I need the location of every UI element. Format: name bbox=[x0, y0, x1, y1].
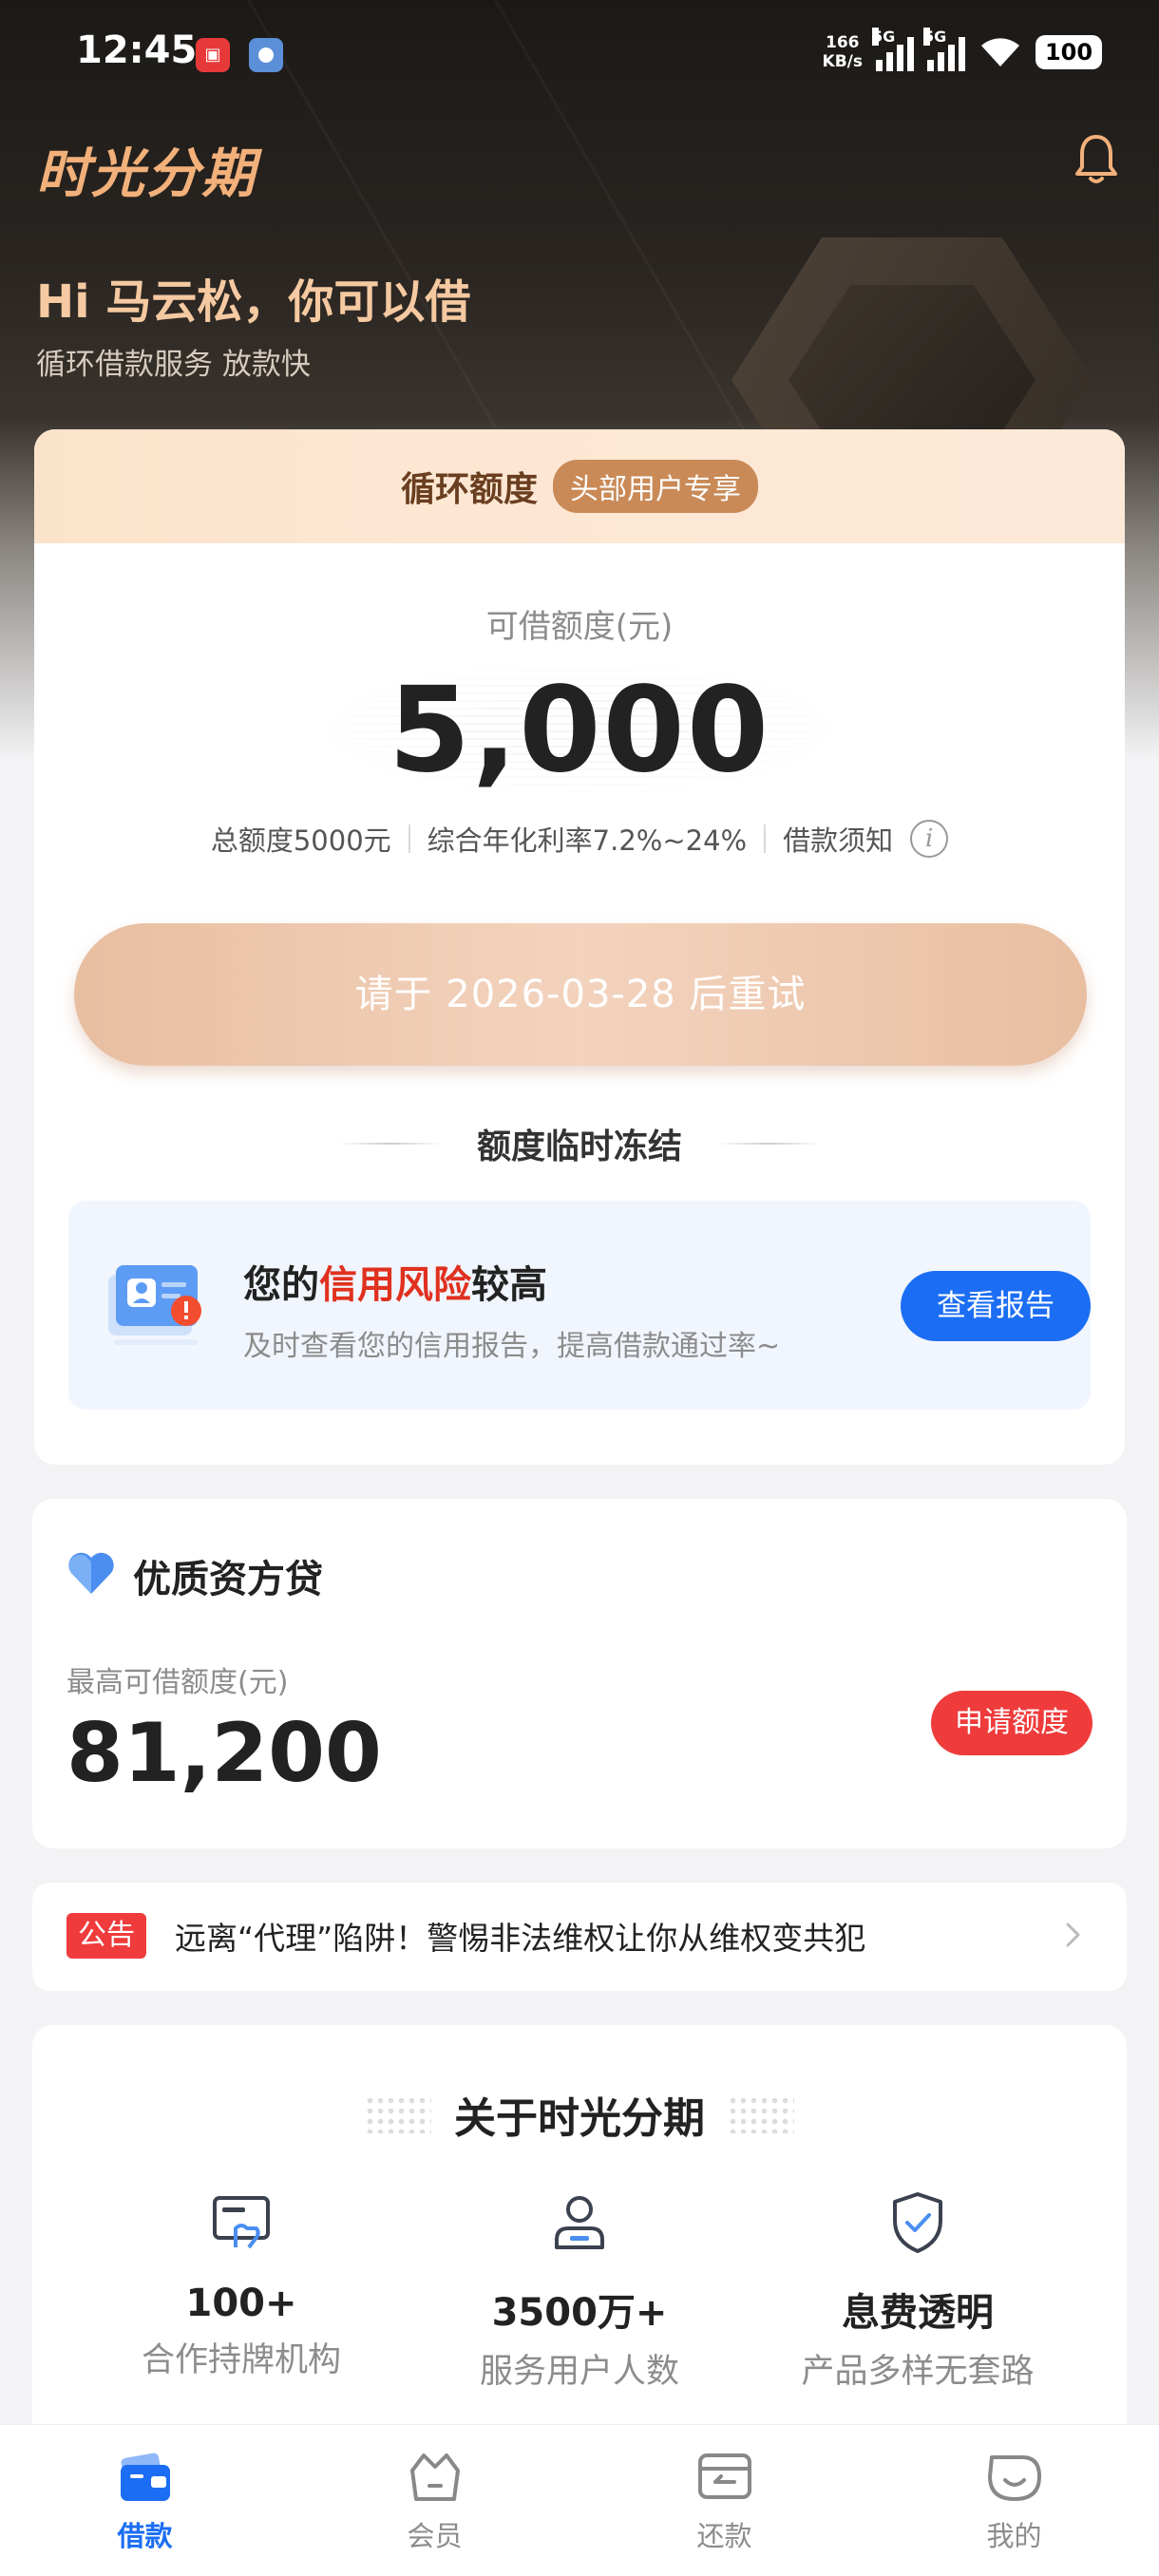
signal-1-label: 5G bbox=[872, 28, 896, 46]
credit-risk-subtitle: 及时查看您的信用报告，提高借款通过率~ bbox=[243, 1330, 781, 1363]
status-bar: 12:45 ▣ 166 KB/s 5G 5G 100 bbox=[0, 0, 1159, 104]
available-limit-amount: 5,000 bbox=[388, 662, 771, 799]
credit-risk-banner: 您的信用风险较高 及时查看您的信用报告，提高借款通过率~ 查看报告 bbox=[68, 1201, 1091, 1410]
wifi-icon bbox=[981, 38, 1019, 66]
announcement-tag: 公告 bbox=[66, 1913, 146, 1959]
available-limit-label: 可借额度(元) bbox=[485, 608, 674, 646]
licensed-institution-icon bbox=[213, 2196, 270, 2249]
wallet-icon bbox=[120, 2453, 170, 2501]
stat-users: 3500万+ 服务用户人数 bbox=[408, 2188, 750, 2393]
vip-badge: 头部用户专享 bbox=[553, 460, 758, 513]
status-indicators: 166 KB/s 5G 5G 100 bbox=[823, 28, 1102, 76]
repayment-icon bbox=[697, 2453, 751, 2499]
annual-rate-text: 综合年化利率7.2%~24% bbox=[427, 824, 748, 857]
profile-face-icon bbox=[987, 2455, 1041, 2501]
risk-title-prefix: 您的 bbox=[243, 1263, 319, 1307]
signal-1-icon: 5G bbox=[872, 28, 914, 71]
nav-item-borrow[interactable]: 借款 bbox=[0, 2425, 290, 2576]
announcement-text: 远离“代理”陷阱！警惕非法维权让你从维权变共犯 bbox=[175, 1920, 866, 1957]
credit-risk-title: 您的信用风险较高 bbox=[243, 1254, 547, 1309]
apply-limit-button[interactable]: 申请额度 bbox=[931, 1691, 1092, 1755]
risk-title-suffix: 较高 bbox=[471, 1263, 547, 1307]
heart-icon bbox=[68, 1552, 114, 1594]
nav-label: 还款 bbox=[696, 2520, 752, 2552]
view-report-button[interactable]: 查看报告 bbox=[901, 1271, 1091, 1341]
nav-label: 借款 bbox=[117, 2520, 173, 2552]
quality-loan-title: 优质资方贷 bbox=[133, 1558, 323, 1601]
info-icon[interactable]: i bbox=[910, 820, 949, 858]
about-card: 关于时光分期 100+ 合作持牌机构 3500万+ 服务用户人数 息费透明 产品… bbox=[32, 2025, 1127, 2462]
user-service-icon bbox=[555, 2196, 604, 2249]
max-limit-amount: 81,200 bbox=[66, 1706, 382, 1801]
quality-loan-card[interactable]: 优质资方贷 最高可借额度(元) 81,200 申请额度 bbox=[32, 1499, 1127, 1848]
app-notification-icon: ▣ bbox=[196, 38, 230, 72]
app-brand-title: 时光分期 bbox=[36, 143, 256, 205]
app-browser-icon bbox=[249, 38, 283, 72]
risk-title-highlight: 信用风险 bbox=[319, 1263, 471, 1307]
stat-label: 产品多样无套路 bbox=[801, 2353, 1035, 2391]
signal-2-icon: 5G bbox=[923, 28, 965, 71]
greeting-text: Hi 马云松，你可以借 bbox=[36, 275, 471, 329]
total-limit-text: 总额度5000元 bbox=[210, 824, 391, 857]
bell-icon[interactable] bbox=[1074, 133, 1119, 186]
max-limit-label: 最高可借额度(元) bbox=[66, 1666, 289, 1699]
frozen-status: 额度临时冻结 bbox=[34, 1119, 1125, 1168]
network-speed: 166 KB/s bbox=[823, 33, 863, 71]
stat-institutions: 100+ 合作持牌机构 bbox=[70, 2188, 412, 2381]
member-basket-icon bbox=[409, 2453, 460, 2501]
about-title-row: 关于时光分期 bbox=[32, 2084, 1127, 2145]
status-time: 12:45 bbox=[76, 28, 198, 72]
credit-limit-card: 循环额度 头部用户专享 可借额度(元) 5,000 总额度5000元 综合年化利… bbox=[34, 429, 1125, 1465]
bottom-navigation: 借款 会员 还款 我的 bbox=[0, 2424, 1159, 2576]
about-title: 关于时光分期 bbox=[454, 2094, 705, 2143]
chevron-right-icon bbox=[1066, 1923, 1080, 1947]
greeting-subtitle: 循环借款服务 放款快 bbox=[36, 348, 311, 382]
dot-decoration bbox=[728, 2095, 794, 2133]
credit-report-icon bbox=[108, 1265, 201, 1345]
nav-item-mine[interactable]: 我的 bbox=[869, 2425, 1159, 2576]
battery-indicator: 100 bbox=[1036, 35, 1102, 69]
announcement-bar[interactable]: 公告 远离“代理”陷阱！警惕非法维权让你从维权变共犯 bbox=[32, 1883, 1127, 1991]
loan-notice-link[interactable]: 借款须知 bbox=[783, 819, 893, 859]
nav-label: 会员 bbox=[407, 2520, 463, 2552]
stat-label: 合作持牌机构 bbox=[141, 2341, 341, 2379]
nav-item-member[interactable]: 会员 bbox=[290, 2425, 580, 2576]
divider-line bbox=[716, 1143, 821, 1145]
dot-decoration bbox=[365, 2095, 431, 2133]
nav-label: 我的 bbox=[986, 2520, 1042, 2552]
credit-card-header: 循环额度 头部用户专享 bbox=[34, 429, 1125, 543]
credit-card-title: 循环额度 bbox=[400, 470, 538, 509]
signal-2-label: 5G bbox=[923, 28, 947, 46]
limit-info-row: 总额度5000元 综合年化利率7.2%~24% 借款须知 i bbox=[34, 819, 1125, 859]
divider-line bbox=[337, 1143, 443, 1145]
frozen-status-text: 额度临时冻结 bbox=[476, 1127, 682, 1166]
divider bbox=[408, 824, 410, 853]
shield-check-icon bbox=[893, 2192, 942, 2253]
stat-value: 息费透明 bbox=[842, 2291, 994, 2335]
stat-transparency: 息费透明 产品多样无套路 bbox=[747, 2188, 1089, 2393]
stat-value: 100+ bbox=[185, 2282, 297, 2325]
nav-item-repay[interactable]: 还款 bbox=[580, 2425, 869, 2576]
network-speed-value: 166 bbox=[826, 33, 860, 52]
stat-label: 服务用户人数 bbox=[479, 2353, 679, 2391]
network-speed-unit: KB/s bbox=[822, 52, 863, 71]
retry-borrow-button[interactable]: 请于 2026-03-28 后重试 bbox=[74, 923, 1087, 1066]
divider bbox=[764, 824, 767, 853]
stat-value: 3500万+ bbox=[491, 2291, 668, 2335]
